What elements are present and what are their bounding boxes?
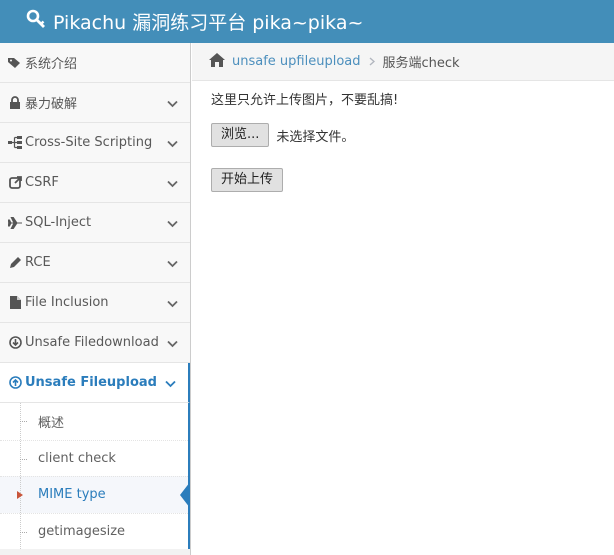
- main-content: 这里只允许上传图片，不要乱搞! 浏览... 未选择文件。 开始上传: [211, 91, 398, 192]
- tree-tick: [20, 531, 27, 533]
- brand[interactable]: Pikachu 漏洞练习平台 pika~pika~: [26, 8, 363, 35]
- upload-circle-icon: [8, 376, 22, 390]
- chevron-down-icon: [167, 137, 178, 152]
- sidebar-item-label: Unsafe Fileupload: [25, 375, 157, 390]
- chevron-down-icon: [167, 257, 178, 272]
- file-input-row: 浏览... 未选择文件。: [211, 123, 398, 147]
- tags-icon: [8, 56, 22, 70]
- sidebar-item-label: File Inclusion: [25, 295, 109, 310]
- submenu-item-label: 概述: [38, 415, 65, 431]
- sitemap-icon: [8, 136, 22, 150]
- submenu-item-mime-type[interactable]: MIME type: [0, 476, 190, 513]
- lock-icon: [8, 96, 22, 110]
- chevron-down-icon: [167, 297, 178, 312]
- sidebar-item-xss[interactable]: Cross-Site Scripting: [0, 123, 190, 163]
- sidebar-item-label: SQL-Inject: [25, 215, 92, 230]
- chevron-down-icon: [167, 97, 178, 112]
- sidebar-item-rce[interactable]: RCE: [0, 243, 190, 283]
- sidebar-item-label: Cross-Site Scripting: [25, 135, 153, 150]
- sidebar-item-filedownload[interactable]: Unsafe Filedownload: [0, 323, 190, 363]
- sidebar-item-sqli[interactable]: SQL-Inject: [0, 203, 190, 243]
- submenu-item-label: getimagesize: [38, 523, 126, 539]
- top-navbar: Pikachu 漏洞练习平台 pika~pika~: [0, 0, 614, 43]
- submenu-item-overview[interactable]: 概述: [0, 403, 188, 440]
- active-pointer-icon: [180, 482, 190, 508]
- pencil-icon: [8, 256, 22, 270]
- caret-right-icon: [17, 491, 23, 499]
- external-link-icon: [8, 176, 22, 190]
- chevron-down-icon: [167, 177, 178, 192]
- sidebar-item-label: 系统介绍: [25, 57, 78, 72]
- tree-tick: [20, 458, 27, 460]
- brand-title: Pikachu 漏洞练习平台 pika~pika~: [53, 12, 364, 34]
- sidebar-item-fileupload[interactable]: Unsafe Fileupload: [0, 363, 190, 403]
- home-icon[interactable]: [208, 52, 226, 72]
- breadcrumb-separator-icon: [369, 55, 375, 69]
- breadcrumb-link[interactable]: unsafe upfileupload: [232, 54, 361, 69]
- file-icon: [8, 296, 22, 310]
- upload-row: 开始上传: [211, 168, 398, 192]
- submenu-item-label: client check: [38, 450, 116, 466]
- sidebar-item-label: CSRF: [25, 175, 59, 190]
- file-status-text: 未选择文件。: [276, 129, 355, 145]
- submenu-item-client-check[interactable]: client check: [0, 439, 188, 476]
- fileupload-submenu: 概述 client check MIME type getimagesize: [0, 403, 190, 549]
- sidebar-item-bruteforce[interactable]: 暴力破解: [0, 83, 190, 123]
- chevron-down-icon: [167, 337, 178, 352]
- browse-button[interactable]: 浏览...: [211, 123, 270, 147]
- breadcrumb: unsafe upfileupload 服务端check: [192, 43, 614, 81]
- submenu-item-getimagesize[interactable]: getimagesize: [0, 512, 188, 549]
- plane-icon: [8, 216, 22, 230]
- chevron-down-icon: [167, 217, 178, 232]
- tree-tick: [20, 421, 27, 422]
- sidebar-item-label: 暴力破解: [25, 97, 78, 112]
- sidebar-item-label: Unsafe Filedownload: [25, 335, 159, 350]
- sidebar-item-csrf[interactable]: CSRF: [0, 163, 190, 203]
- chevron-down-icon: [165, 377, 176, 392]
- sidebar-item-intro[interactable]: 系统介绍: [0, 43, 190, 83]
- upload-submit-button[interactable]: 开始上传: [211, 168, 284, 192]
- upload-notice: 这里只允许上传图片，不要乱搞!: [211, 93, 399, 108]
- sidebar: 系统介绍 暴力破解 Cross-Site Scripting CSRF SQL-…: [0, 43, 191, 555]
- sidebar-item-file-inclusion[interactable]: File Inclusion: [0, 283, 190, 323]
- submenu-item-label: MIME type: [38, 487, 106, 503]
- key-icon: [26, 9, 53, 34]
- breadcrumb-current: 服务端check: [382, 56, 460, 71]
- sidebar-item-label: RCE: [25, 255, 51, 270]
- download-circle-icon: [8, 336, 22, 350]
